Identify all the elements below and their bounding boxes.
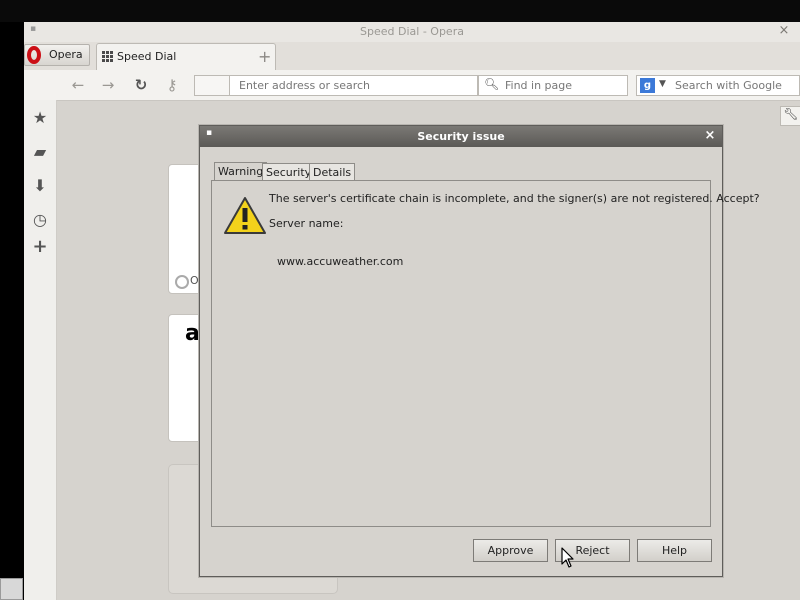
navigation-toolbar: ← → ↻ ⚷ Enter address or search 🔍︎ Find … xyxy=(24,70,800,101)
search-icon: 🔍︎ xyxy=(484,77,500,91)
panel-sidebar: ★ ▰ ⬇ ◷ + xyxy=(24,100,57,600)
search-engine-field[interactable]: g ▼ Search with Google xyxy=(636,75,800,96)
address-field[interactable]: Enter address or search xyxy=(194,75,478,96)
new-tab-button[interactable]: + xyxy=(258,47,271,66)
desktop-background xyxy=(0,0,800,22)
loading-spinner-icon xyxy=(175,275,189,289)
speed-dial-grid-icon xyxy=(102,51,114,62)
tab-bar: Opera Speed Dial + xyxy=(24,42,800,70)
desktop-left-edge xyxy=(0,22,24,600)
dialog-title: Security issue xyxy=(417,130,505,143)
window-close-button[interactable]: × xyxy=(776,23,792,38)
chevron-down-icon[interactable]: ▼ xyxy=(659,79,666,89)
reload-icon[interactable]: ↻ xyxy=(131,76,151,94)
dialog-titlebar: ▪ Security issue × xyxy=(200,126,722,147)
warning-icon xyxy=(224,197,266,234)
speed-dial-card-label: O xyxy=(190,274,199,287)
window-titlebar: ▪ Speed Dial - Opera × xyxy=(24,22,800,43)
history-clock-icon[interactable]: ◷ xyxy=(24,210,56,229)
security-issue-dialog: ▪ Security issue × Warning Security Deta… xyxy=(199,125,760,577)
window-title: Speed Dial - Opera xyxy=(360,25,464,38)
tab-warning[interactable]: Warning xyxy=(214,162,268,182)
dialog-close-button[interactable]: × xyxy=(702,128,718,143)
find-in-page-field[interactable]: 🔍︎ Find in page xyxy=(478,75,628,96)
server-name-value: www.accuweather.com xyxy=(277,255,404,268)
opera-menu-label: Opera xyxy=(49,48,83,61)
bookmarks-star-icon[interactable]: ★ xyxy=(24,108,56,127)
warning-message: The server's certificate chain is incomp… xyxy=(269,192,760,205)
back-icon[interactable]: ← xyxy=(68,76,88,94)
speed-dial-card-thumbnail-text: a xyxy=(185,321,200,346)
tab-speed-dial[interactable]: Speed Dial xyxy=(96,43,276,70)
downloads-icon[interactable]: ⬇ xyxy=(24,176,56,195)
mouse-pointer-icon xyxy=(561,547,574,568)
approve-button[interactable]: Approve xyxy=(473,539,548,562)
forward-icon[interactable]: → xyxy=(98,76,118,94)
address-site-info[interactable] xyxy=(194,75,230,96)
find-placeholder: Find in page xyxy=(505,79,573,92)
notes-icon[interactable]: ▰ xyxy=(24,142,56,161)
opera-logo-icon xyxy=(27,46,41,64)
google-icon[interactable]: g xyxy=(640,78,655,93)
opera-menu-button[interactable]: Opera xyxy=(24,44,90,66)
warning-tab-panel: The server's certificate chain is incomp… xyxy=(211,180,760,527)
tab-label: Speed Dial xyxy=(117,50,177,63)
key-icon[interactable]: ⚷ xyxy=(162,76,182,94)
desktop-corner-widget xyxy=(0,578,23,600)
server-name-label: Server name: xyxy=(269,217,344,230)
wrench-icon[interactable]: 🔧︎ xyxy=(780,106,800,126)
add-panel-icon[interactable]: + xyxy=(24,236,56,257)
help-button[interactable]: Help xyxy=(637,539,712,562)
search-placeholder: Search with Google xyxy=(675,79,782,92)
address-placeholder: Enter address or search xyxy=(239,79,371,92)
